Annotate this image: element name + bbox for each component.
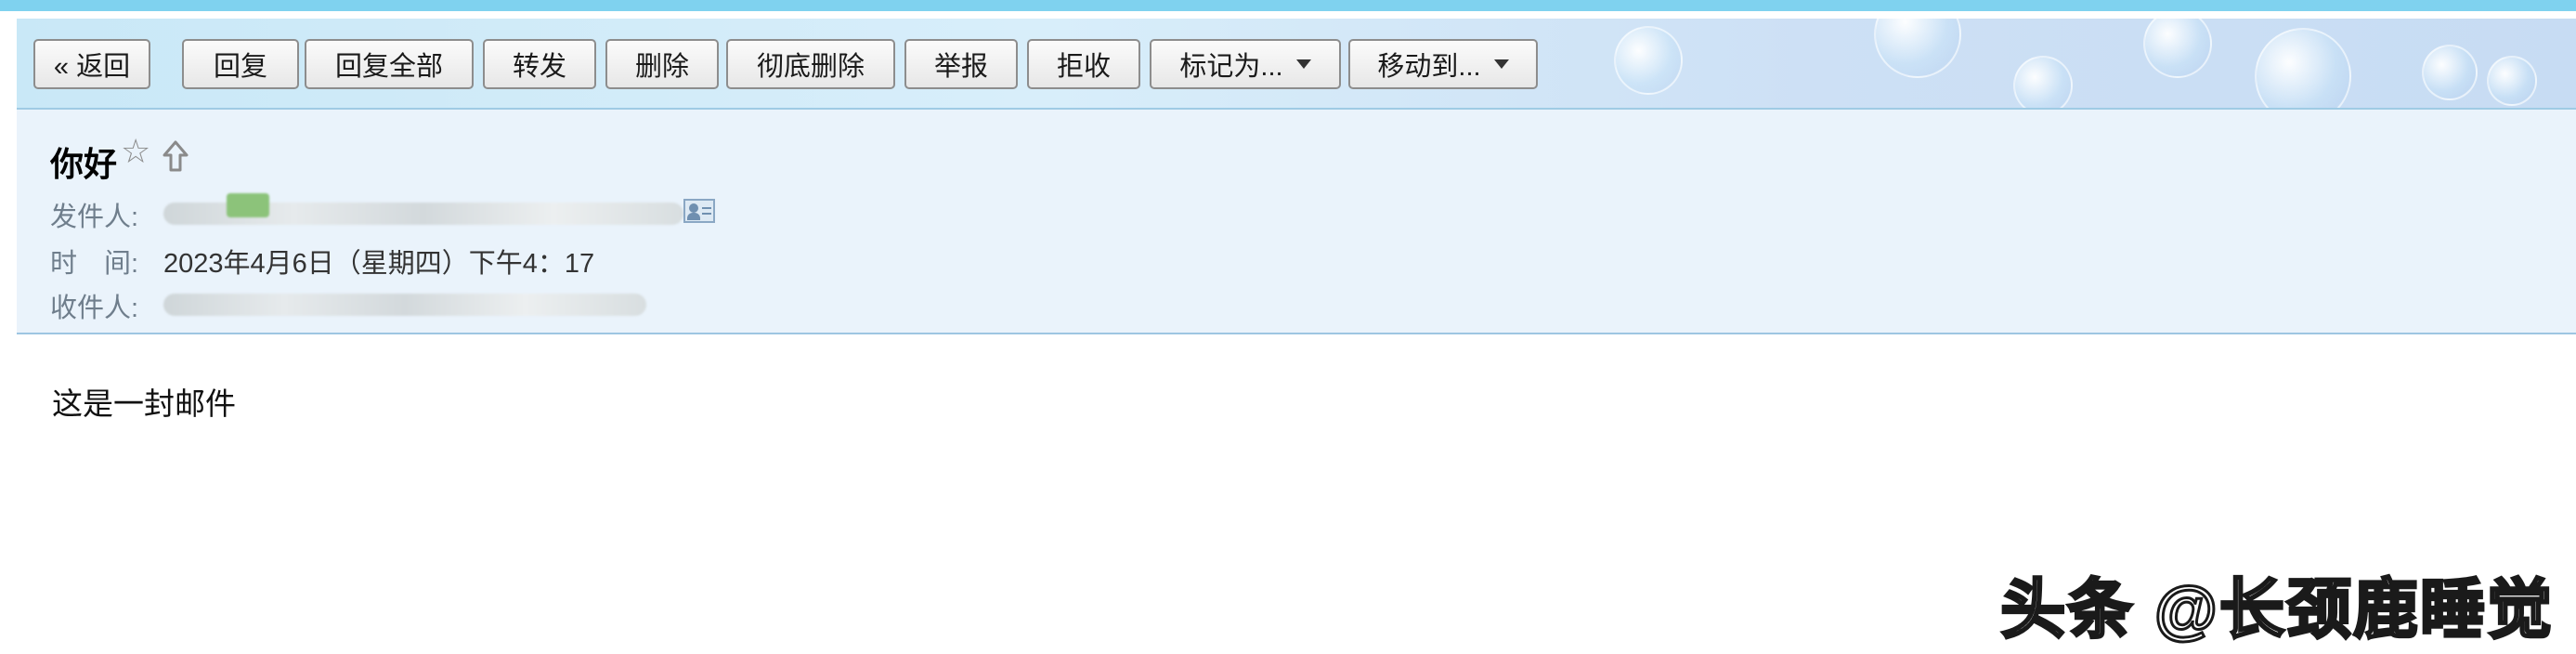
- reply-all-button-label: 回复全部: [334, 52, 443, 82]
- mark-as-label: 标记为...: [1179, 52, 1283, 82]
- back-button[interactable]: « 返回: [33, 39, 150, 89]
- forward-button[interactable]: 转发: [483, 39, 596, 89]
- mail-toolbar: « 返回 回复 回复全部 转发 删除 彻底删除 举报 拒收 标记为... 移动到…: [17, 19, 2576, 110]
- decorative-bubble: [1874, 19, 1961, 78]
- to-label: 收件人:: [50, 294, 139, 323]
- decorative-bubble: [2487, 56, 2537, 106]
- left-margin: [0, 11, 17, 654]
- decorative-bubble: [2422, 45, 2478, 100]
- star-icon[interactable]: ☆: [121, 136, 150, 169]
- permanent-delete-button[interactable]: 彻底删除: [726, 39, 895, 89]
- reply-button-label: 回复: [213, 52, 267, 82]
- back-button-label: « 返回: [53, 52, 131, 82]
- reply-button[interactable]: 回复: [182, 39, 299, 89]
- decorative-bubble: [2143, 19, 2212, 78]
- report-button[interactable]: 举报: [904, 39, 1018, 89]
- reject-button[interactable]: 拒收: [1027, 39, 1140, 89]
- chevron-down-icon: [1295, 59, 1311, 69]
- mail-body-text: 这是一封邮件: [52, 386, 236, 421]
- top-accent-stripe: [0, 0, 2576, 11]
- chevron-down-icon: [1493, 59, 1509, 69]
- reject-button-label: 拒收: [1056, 52, 1111, 82]
- delete-button-label: 删除: [634, 52, 689, 82]
- watermark-text: 头条 @长颈鹿睡觉: [1999, 572, 2554, 647]
- report-button-label: 举报: [933, 52, 988, 82]
- decorative-bubble: [2255, 28, 2351, 108]
- move-to-dropdown[interactable]: 移动到...: [1348, 39, 1538, 89]
- decorative-bubble: [2013, 56, 2073, 108]
- mail-subject: 你好: [50, 145, 118, 183]
- decorative-bubble: [1614, 26, 1683, 95]
- time-label: 时 间:: [50, 249, 139, 279]
- mail-view: « 返回 回复 回复全部 转发 删除 彻底删除 举报 拒收 标记为... 移动到…: [0, 0, 2576, 654]
- contact-card-icon[interactable]: [683, 199, 715, 223]
- priority-arrow-icon[interactable]: [162, 139, 189, 177]
- forward-button-label: 转发: [512, 52, 566, 82]
- move-to-label: 移动到...: [1377, 52, 1481, 82]
- from-label: 发件人:: [50, 203, 139, 232]
- permanent-delete-button-label: 彻底删除: [756, 52, 865, 82]
- delete-button[interactable]: 删除: [605, 39, 719, 89]
- recipient-redacted: [163, 294, 646, 316]
- reply-all-button[interactable]: 回复全部: [305, 39, 474, 89]
- sender-redacted-mark: [227, 193, 269, 217]
- mark-as-dropdown[interactable]: 标记为...: [1150, 39, 1341, 89]
- time-value: 2023年4月6日（星期四）下午4：17: [163, 249, 595, 279]
- mail-header: 你好 ☆ 发件人: 时 间: 2023年4月6日（星期四）下午4：17 收件人:: [17, 110, 2576, 334]
